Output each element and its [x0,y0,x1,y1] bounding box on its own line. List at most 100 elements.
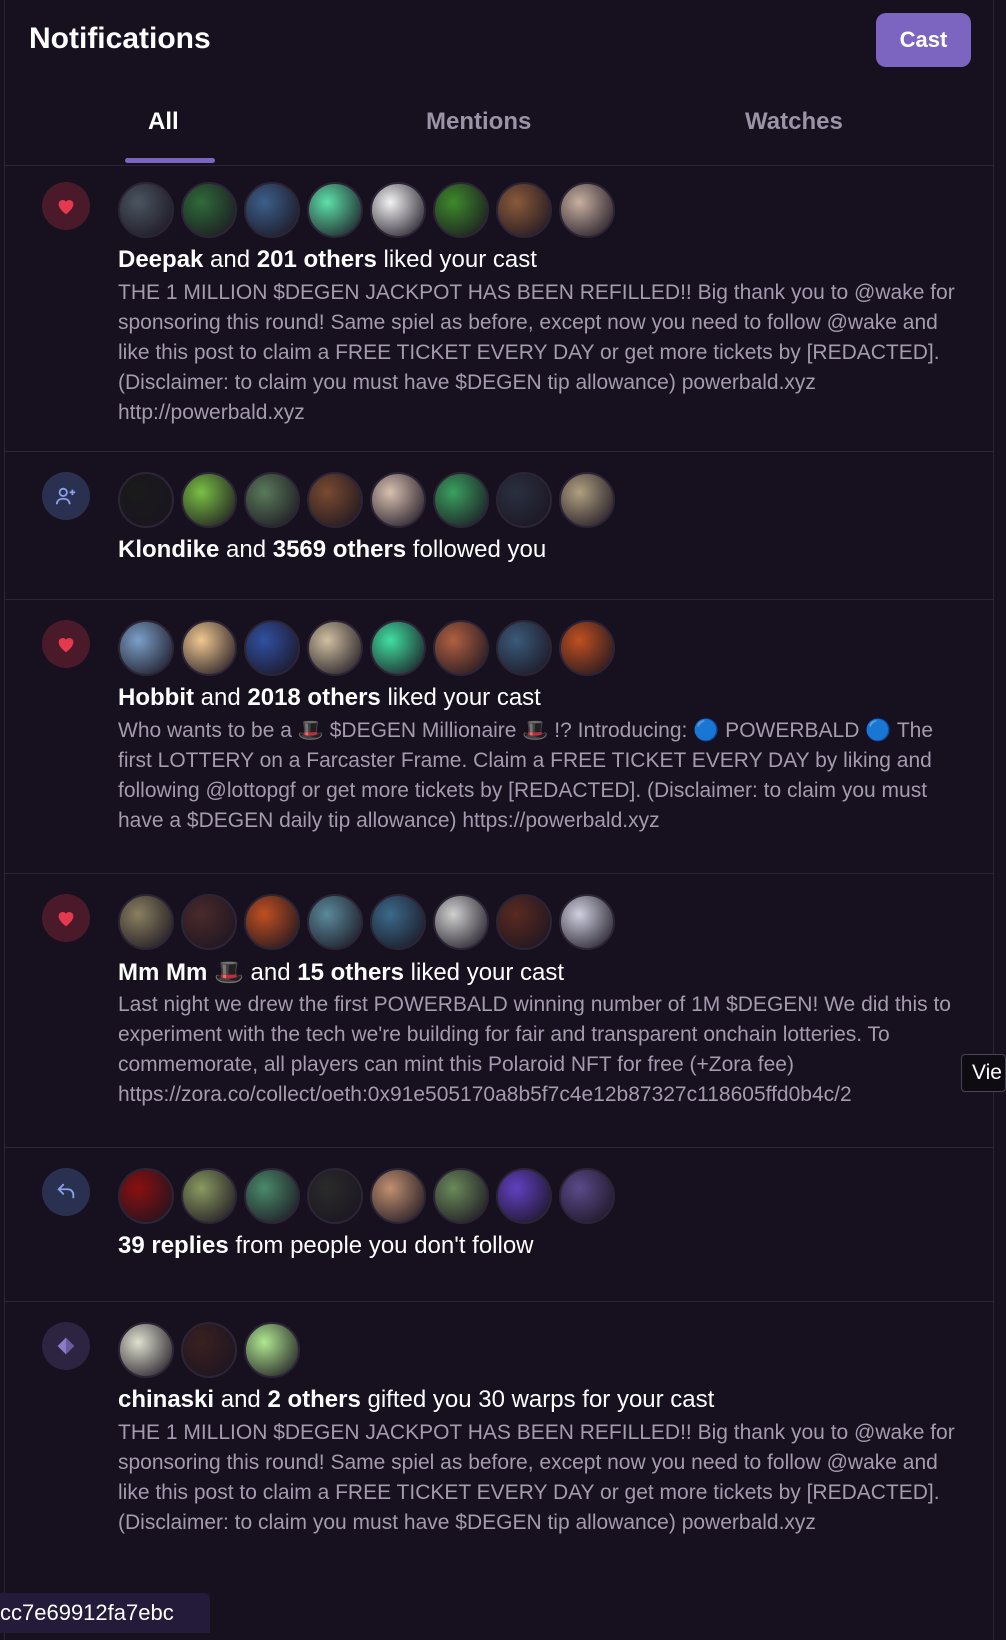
headline-connector: and [243,959,298,986]
avatar[interactable] [181,894,237,950]
cast-text[interactable]: THE 1 MILLION $DEGEN JACKPOT HAS BEEN RE… [118,1418,968,1538]
avatar[interactable] [496,1168,552,1224]
avatar[interactable] [244,620,300,676]
notification-headline: Klondike and 3569 others followed you [118,536,546,564]
heart-icon [42,182,90,230]
tab-mentions[interactable]: Mentions [426,108,531,136]
avatar[interactable] [118,620,174,676]
avatar[interactable] [181,1168,237,1224]
avatar[interactable] [118,472,174,528]
active-tab-indicator [125,158,215,163]
avatar[interactable] [496,182,552,238]
others-count[interactable]: 2 others [267,1386,360,1413]
avatar[interactable] [118,1168,174,1224]
notification-item[interactable]: 39 replies from people you don't follow [5,1148,993,1302]
page-title: Notifications [29,22,211,55]
avatar[interactable] [307,894,363,950]
user-plus-icon [42,472,90,520]
headline-connector: and [203,246,257,273]
avatar[interactable] [181,472,237,528]
avatar[interactable] [244,182,300,238]
notification-headline: chinaski and 2 others gifted you 30 warp… [118,1386,714,1414]
headline-action: followed you [406,536,547,563]
avatar-stack [118,894,615,950]
avatar[interactable] [244,1322,300,1378]
actor-name[interactable]: Hobbit [118,684,194,711]
notification-headline: 39 replies from people you don't follow [118,1232,534,1260]
headline-action: liked your cast [380,684,541,711]
actor-name[interactable]: Klondike [118,536,219,563]
actor-name[interactable]: Mm Mm 🎩 [118,959,244,986]
notification-item[interactable]: Deepak and 201 others liked your cast TH… [5,166,993,452]
others-count[interactable]: 15 others [297,959,404,986]
headline-action: gifted you 30 warps for your cast [360,1386,715,1413]
avatar[interactable] [181,182,237,238]
avatar[interactable] [307,472,363,528]
avatar[interactable] [370,894,426,950]
others-count[interactable]: 3569 others [273,536,406,563]
cast-text[interactable]: Who wants to be a 🎩 $DEGEN Millionaire 🎩… [118,716,968,836]
notifications-panel: Notifications Cast All Mentions Watches … [4,0,994,1640]
cast-hash-label: cc7e69912fa7ebc [0,1593,210,1633]
headline-action: from people you don't follow [228,1232,534,1259]
avatar[interactable] [370,472,426,528]
actor-name[interactable]: chinaski [118,1386,214,1413]
avatar[interactable] [433,894,489,950]
avatar[interactable] [307,620,363,676]
avatar-stack [118,182,615,238]
notification-headline: Hobbit and 2018 others liked your cast [118,684,541,712]
avatar[interactable] [244,472,300,528]
notification-item[interactable]: chinaski and 2 others gifted you 30 warp… [5,1302,993,1640]
others-count[interactable]: 39 replies [118,1232,229,1259]
actor-name[interactable]: Deepak [118,246,203,273]
avatar[interactable] [559,620,615,676]
cast-text[interactable]: THE 1 MILLION $DEGEN JACKPOT HAS BEEN RE… [118,278,968,428]
headline-connector: and [219,536,273,563]
avatar[interactable] [370,182,426,238]
view-tooltip: Vie [961,1054,1006,1092]
others-count[interactable]: 2018 others [247,684,380,711]
cast-button[interactable]: Cast [876,13,971,67]
notification-item[interactable]: Hobbit and 2018 others liked your cast W… [5,600,993,874]
headline-action: liked your cast [376,246,537,273]
avatar[interactable] [181,620,237,676]
avatar[interactable] [433,182,489,238]
avatar-stack [118,1168,615,1224]
reply-icon [42,1168,90,1216]
header: Notifications Cast [5,0,993,80]
others-count[interactable]: 201 others [257,246,377,273]
avatar-stack [118,1322,300,1378]
avatar[interactable] [433,620,489,676]
avatar[interactable] [496,472,552,528]
avatar[interactable] [370,1168,426,1224]
avatar[interactable] [559,894,615,950]
avatar[interactable] [181,1322,237,1378]
notification-headline: Deepak and 201 others liked your cast [118,246,537,274]
avatar[interactable] [559,472,615,528]
avatar[interactable] [559,182,615,238]
tab-watches[interactable]: Watches [745,108,843,136]
cast-text[interactable]: Last night we drew the first POWERBALD w… [118,990,968,1110]
avatar[interactable] [433,1168,489,1224]
avatar[interactable] [244,894,300,950]
tab-bar: All Mentions Watches [5,90,993,166]
avatar[interactable] [307,1168,363,1224]
avatar[interactable] [433,472,489,528]
avatar[interactable] [118,182,174,238]
avatar[interactable] [118,894,174,950]
headline-connector: and [193,684,248,711]
avatar[interactable] [244,1168,300,1224]
tab-all[interactable]: All [148,108,179,136]
heart-icon [42,620,90,668]
avatar[interactable] [307,182,363,238]
avatar[interactable] [118,1322,174,1378]
avatar[interactable] [370,620,426,676]
gift-icon [42,1322,90,1370]
notification-item[interactable]: Klondike and 3569 others followed you [5,452,993,600]
avatar[interactable] [559,1168,615,1224]
avatar[interactable] [496,620,552,676]
avatar[interactable] [496,894,552,950]
notification-headline: Mm Mm 🎩 and 15 others liked your cast [118,958,564,987]
avatar-stack [118,472,615,528]
notification-item[interactable]: Mm Mm 🎩 and 15 others liked your cast La… [5,874,993,1148]
